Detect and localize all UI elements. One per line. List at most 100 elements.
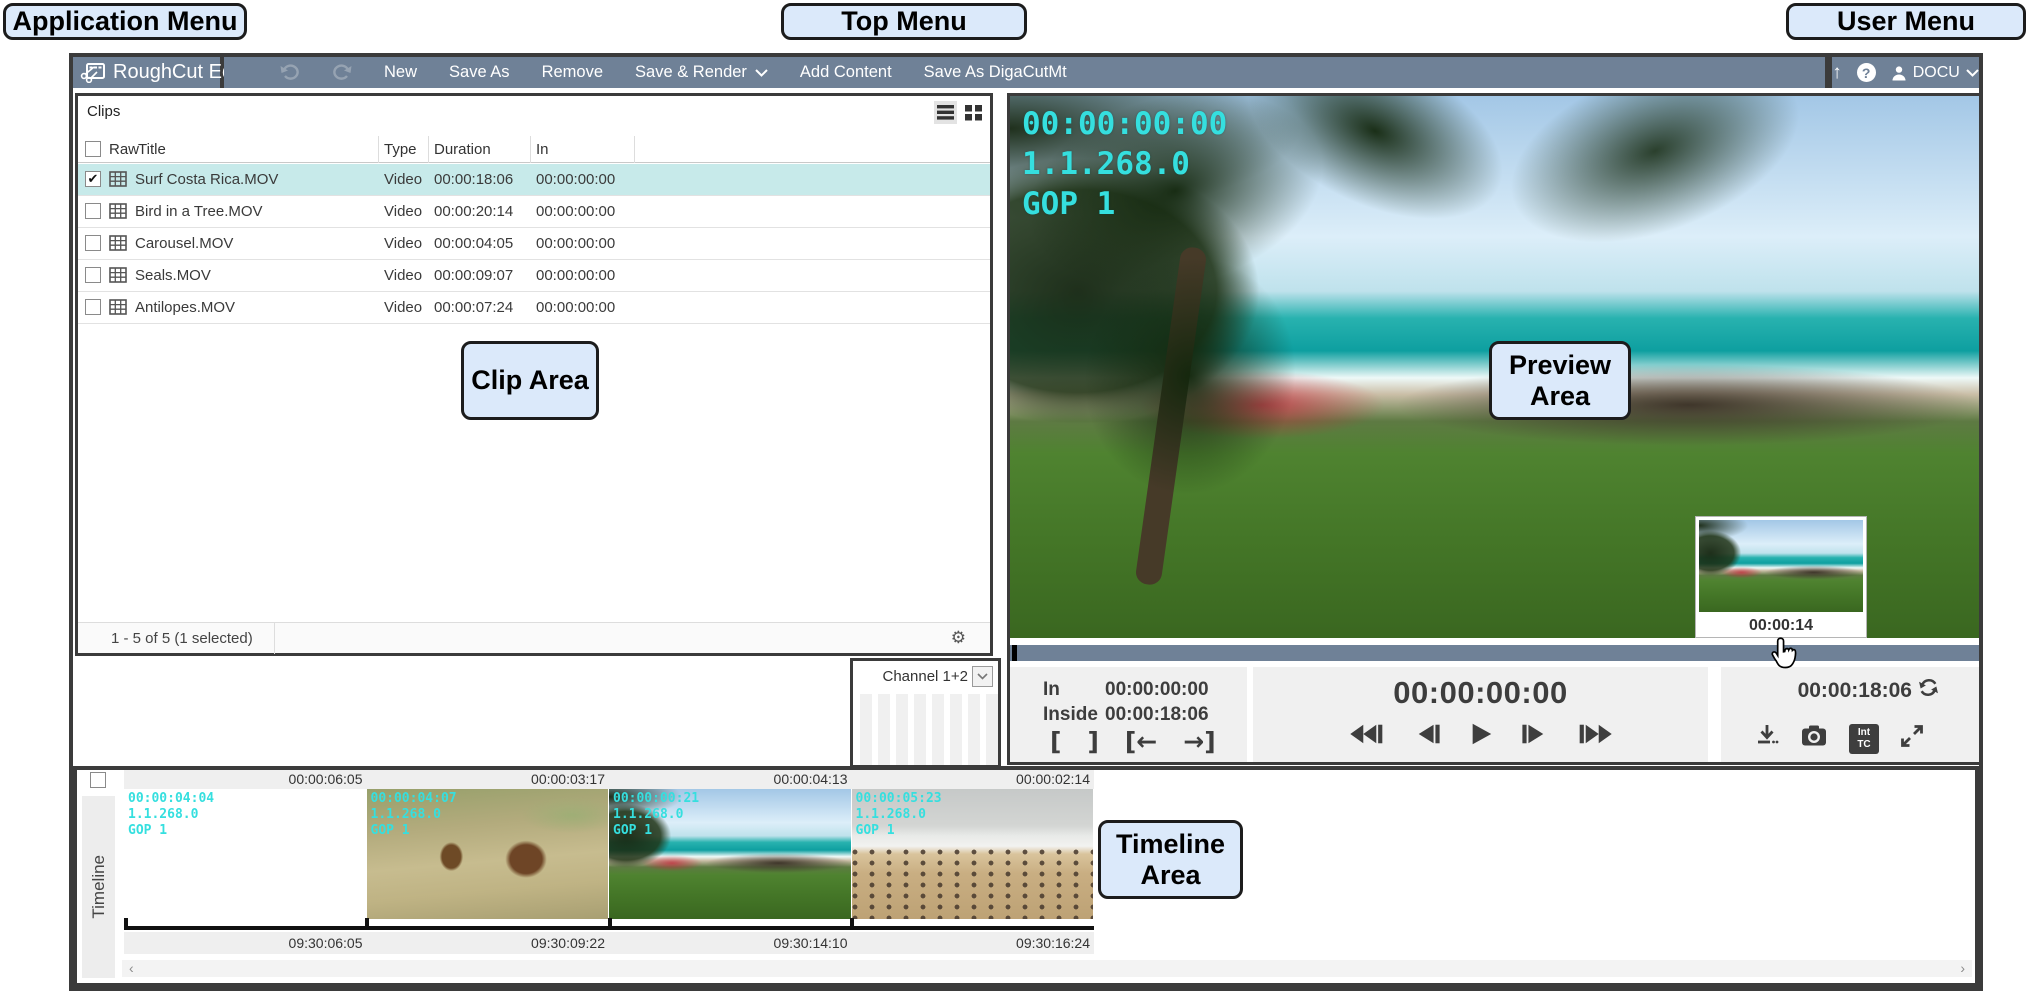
clip-title: Bird in a Tree.MOV bbox=[135, 203, 263, 220]
clip-duration: 00:00:07:24 bbox=[434, 299, 513, 316]
overlay-gop: GOP 1 bbox=[128, 823, 167, 838]
scroll-left-arrow[interactable]: ‹ bbox=[129, 960, 134, 976]
loop-icon[interactable] bbox=[1918, 677, 1939, 704]
clip-title: Seals.MOV bbox=[135, 267, 211, 284]
add-content-button[interactable]: Add Content bbox=[800, 63, 892, 82]
list-view-icon[interactable] bbox=[934, 101, 957, 124]
col-duration[interactable]: Duration bbox=[434, 141, 491, 158]
save-as-button[interactable]: Save As bbox=[449, 63, 510, 82]
seek-bar[interactable] bbox=[1010, 645, 1979, 661]
palm-frond bbox=[1414, 96, 1897, 333]
skip-to-end-button[interactable] bbox=[1574, 721, 1616, 752]
redo-icon[interactable] bbox=[332, 64, 352, 82]
row-checkbox[interactable] bbox=[85, 299, 101, 315]
row-checkbox[interactable]: ✔ bbox=[85, 171, 101, 187]
clip-table-icon bbox=[109, 267, 127, 287]
clip-type: Video bbox=[384, 299, 422, 316]
upload-icon[interactable]: ↑ bbox=[1832, 62, 1842, 84]
timeline-clip-thumbnail[interactable]: 00:00:05:231.1.268.0GOP 1 bbox=[852, 789, 1095, 919]
internal-timecode-icon[interactable]: IntTC bbox=[1849, 724, 1879, 754]
row-checkbox[interactable] bbox=[85, 267, 101, 283]
clip-start-timecode: 09:30:06:05 bbox=[124, 932, 367, 954]
clip-type: Video bbox=[384, 267, 422, 284]
download-icon[interactable] bbox=[1755, 723, 1779, 754]
clip-title: Surf Costa Rica.MOV bbox=[135, 171, 278, 188]
col-raw[interactable]: Raw bbox=[109, 141, 139, 158]
app-menu-button[interactable]: RoughCut Edit bbox=[73, 57, 220, 88]
preview-panel: 00:00:00:001.1.268.0GOP 1 00:00:14 In 00… bbox=[1007, 93, 1982, 765]
overlay-version: 1.1.268.0 bbox=[856, 807, 926, 822]
table-row[interactable]: ✔ Surf Costa Rica.MOV Video 00:00:18:06 … bbox=[78, 164, 990, 196]
timeline-clip-thumbnail[interactable]: 00:00:00:211.1.268.0GOP 1 bbox=[609, 789, 852, 919]
clip-in: 00:00:00:00 bbox=[536, 171, 615, 188]
select-all-checkbox[interactable] bbox=[85, 141, 101, 157]
timeline-panel: Timeline 00:00:06:05 00:00:03:17 00:00:0… bbox=[73, 766, 1979, 987]
mouse-cursor bbox=[1770, 636, 1798, 677]
row-checkbox[interactable] bbox=[85, 203, 101, 219]
timeline-label-column: Timeline bbox=[82, 796, 115, 978]
goto-in-button[interactable]: [← bbox=[1125, 727, 1157, 756]
overlay-gop: GOP 1 bbox=[856, 823, 895, 838]
fullscreen-icon[interactable] bbox=[1900, 724, 1924, 753]
clip-area-callout: Clip Area bbox=[461, 341, 599, 420]
snapshot-camera-icon[interactable] bbox=[1800, 724, 1828, 753]
save-render-label: Save & Render bbox=[635, 63, 747, 82]
mark-in-button[interactable]: [ bbox=[1050, 727, 1061, 756]
clip-start-timecode: 09:30:14:10 bbox=[609, 932, 852, 954]
clip-start-timecode: 09:30:16:24 bbox=[852, 932, 1095, 954]
user-name: DOCU bbox=[1913, 64, 1960, 82]
row-checkbox[interactable] bbox=[85, 235, 101, 251]
scroll-right-arrow[interactable]: › bbox=[1960, 960, 1965, 976]
remove-button[interactable]: Remove bbox=[542, 63, 603, 82]
clip-type: Video bbox=[384, 203, 422, 220]
clips-table-header: Raw Title Type Duration In bbox=[78, 136, 990, 163]
new-button[interactable]: New bbox=[384, 63, 417, 82]
overlay-timecode: 00:00:04:07 bbox=[371, 791, 457, 806]
play-button[interactable] bbox=[1468, 721, 1494, 752]
clip-table-icon bbox=[109, 299, 127, 319]
table-row[interactable]: Carousel.MOV Video 00:00:04:05 00:00:00:… bbox=[78, 228, 990, 260]
output-section: 00:00:18:06 IntTC bbox=[1721, 667, 1979, 762]
clip-duration-label: 00:00:03:17 bbox=[367, 770, 610, 789]
save-digacutmt-button[interactable]: Save As DigaCutMt bbox=[924, 63, 1067, 82]
timeline-clip-thumbnail[interactable]: 00:00:04:071.1.268.0GOP 1 bbox=[367, 789, 610, 919]
mark-out-button[interactable]: ] bbox=[1087, 727, 1098, 756]
toolbar-actions: New Save As Remove Save & Render Add Con… bbox=[224, 57, 1825, 88]
save-render-button[interactable]: Save & Render bbox=[635, 63, 768, 82]
preview-area-callout: Preview Area bbox=[1489, 341, 1631, 420]
timeline-clip-thumbnail[interactable]: 00:00:04:041.1.268.0GOP 1 bbox=[124, 789, 367, 919]
chevron-down-icon bbox=[1966, 69, 1979, 77]
clip-table-icon bbox=[109, 235, 127, 255]
playhead[interactable] bbox=[1012, 645, 1017, 661]
step-back-button[interactable] bbox=[1412, 721, 1444, 752]
clip-duration-label: 00:00:02:14 bbox=[852, 770, 1095, 789]
table-row[interactable]: Antilopes.MOV Video 00:00:07:24 00:00:00… bbox=[78, 292, 990, 324]
gear-icon[interactable]: ⚙ bbox=[951, 628, 966, 648]
clip-in: 00:00:00:00 bbox=[536, 267, 615, 284]
overlay-version: 1.1.268.0 bbox=[371, 807, 441, 822]
col-in[interactable]: In bbox=[536, 141, 549, 158]
top-menu-callout: Top Menu bbox=[781, 3, 1027, 40]
overlay-version: 1.1.268.0 bbox=[128, 807, 198, 822]
help-icon[interactable]: ? bbox=[1857, 63, 1876, 82]
step-forward-button[interactable] bbox=[1518, 721, 1550, 752]
table-row[interactable]: Seals.MOV Video 00:00:09:07 00:00:00:00 bbox=[78, 260, 990, 292]
skip-to-start-button[interactable] bbox=[1346, 721, 1388, 752]
clip-duration: 00:00:20:14 bbox=[434, 203, 513, 220]
user-menu-button[interactable]: DOCU bbox=[1891, 64, 1979, 82]
clips-panel-title: Clips bbox=[87, 103, 120, 120]
undo-icon[interactable] bbox=[280, 64, 300, 82]
inside-label: Inside bbox=[1043, 704, 1098, 726]
grid-view-icon[interactable] bbox=[962, 101, 985, 124]
col-title[interactable]: Title bbox=[138, 141, 166, 158]
channel-select[interactable]: Channel 1+2 bbox=[883, 666, 994, 687]
goto-out-button[interactable]: →] bbox=[1183, 727, 1215, 756]
table-row[interactable]: Bird in a Tree.MOV Video 00:00:20:14 00:… bbox=[78, 196, 990, 228]
burnt-in-timecode-overlay: 00:00:00:001.1.268.0GOP 1 bbox=[1022, 104, 1227, 224]
chevron-down-icon bbox=[972, 666, 993, 687]
timeline-scrollbar[interactable]: ‹ › bbox=[122, 960, 1972, 977]
overlay-timecode: 00:00:00:21 bbox=[613, 791, 699, 806]
timeline-checkbox[interactable] bbox=[90, 772, 106, 788]
chevron-down-icon bbox=[755, 69, 768, 77]
col-type[interactable]: Type bbox=[384, 141, 417, 158]
